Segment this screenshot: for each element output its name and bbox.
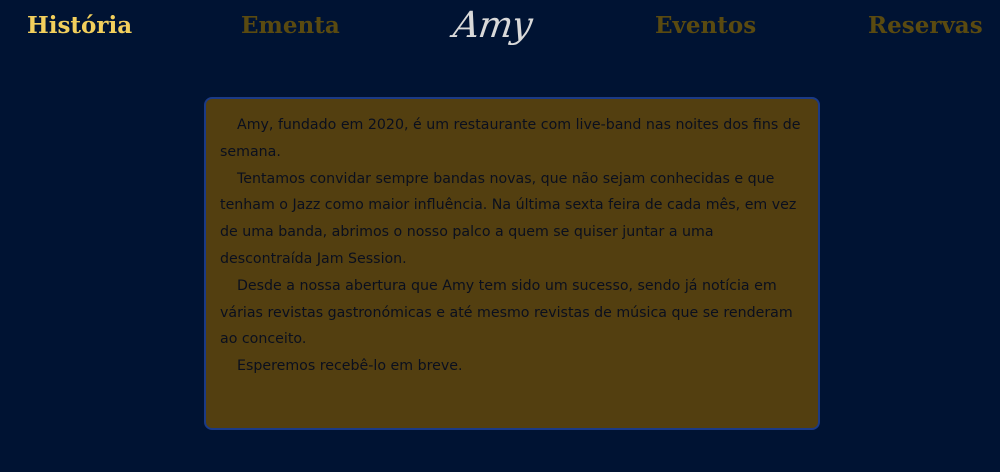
nav-link-historia[interactable]: História bbox=[27, 10, 132, 42]
about-paragraph-4: Esperemos recebê-lo em breve. bbox=[237, 358, 463, 375]
nav-link-reservas[interactable]: Reservas bbox=[868, 10, 983, 42]
amy-logo[interactable]: Amy bbox=[442, 4, 541, 54]
about-paragraph-3: Desde a nossa abertura que Amy tem sido … bbox=[220, 277, 793, 348]
about-paragraph-1: Amy, fundado em 2020, é um restaurante c… bbox=[220, 117, 801, 160]
top-navigation: História Ementa Amy Eventos Reservas bbox=[0, 0, 1000, 56]
about-paragraph-2: Tentamos convidar sempre bandas novas, q… bbox=[220, 170, 797, 267]
nav-link-eventos[interactable]: Eventos bbox=[655, 10, 756, 42]
nav-link-ementa[interactable]: Ementa bbox=[241, 10, 340, 42]
about-card: Amy, fundado em 2020, é um restaurante c… bbox=[204, 97, 820, 430]
